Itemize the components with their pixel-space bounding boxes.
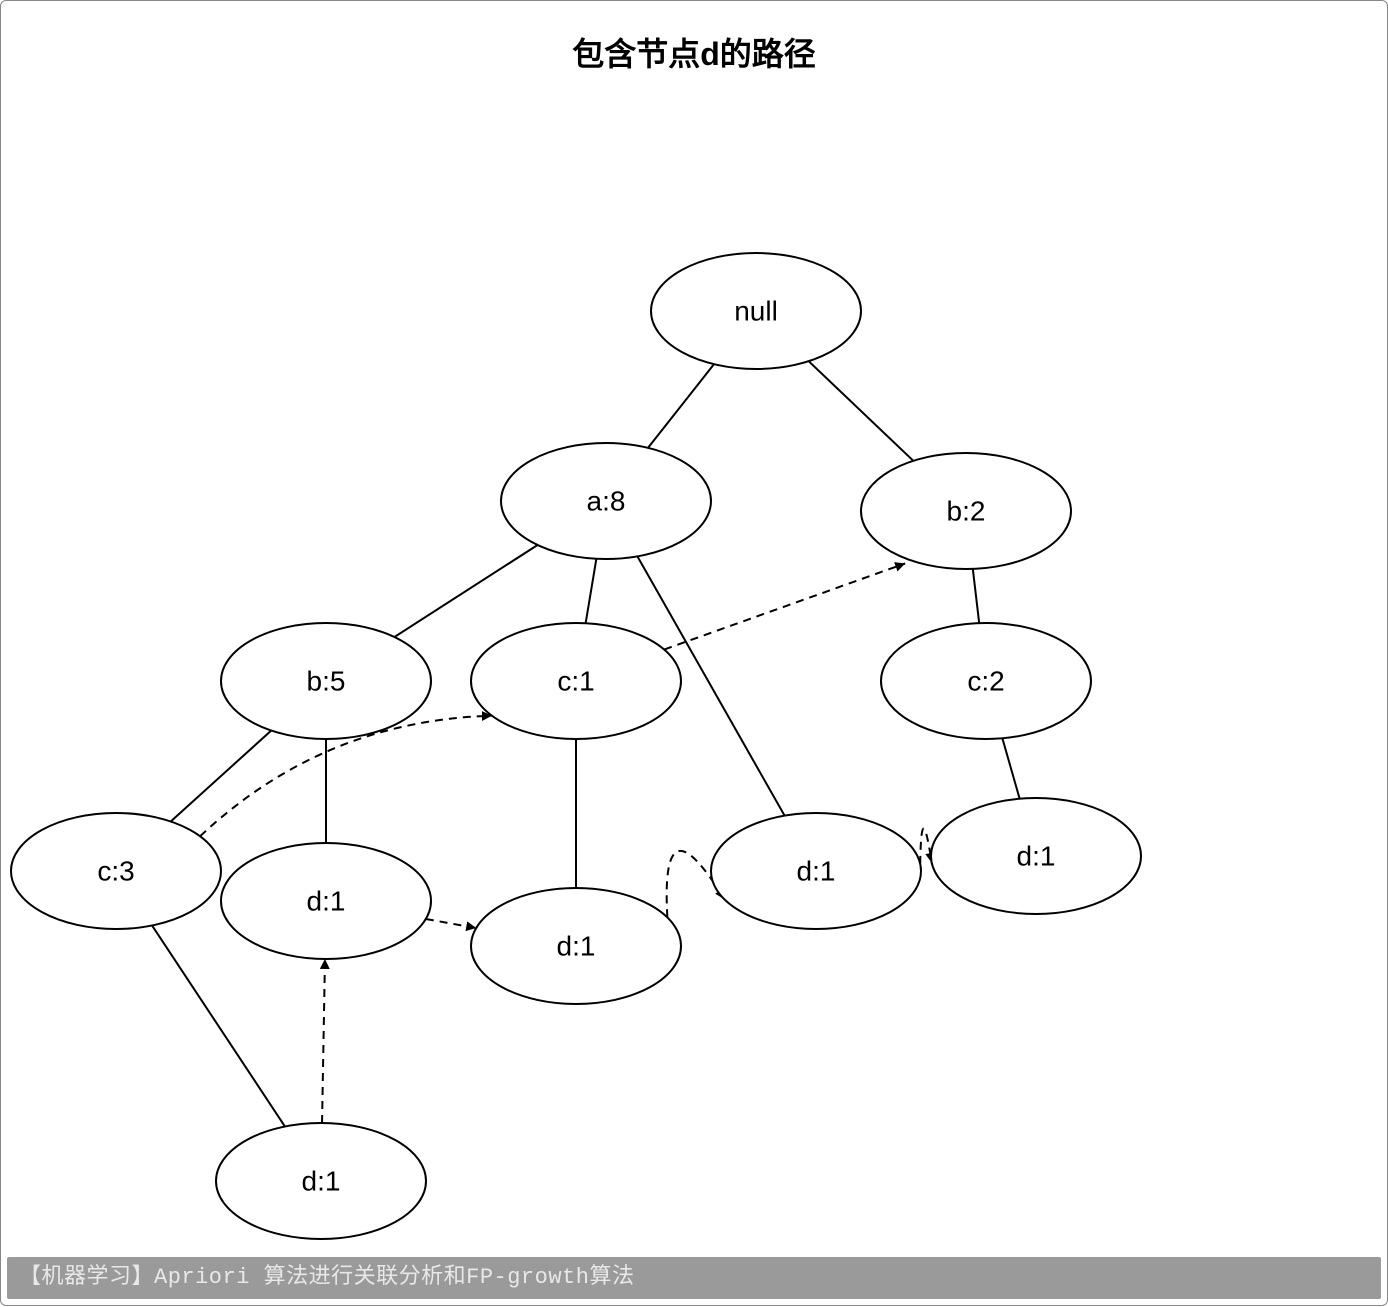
node-label: b:2 (947, 495, 986, 526)
node-label: c:2 (967, 665, 1004, 696)
node-label: d:1 (1017, 840, 1056, 871)
tree-edge (809, 361, 914, 461)
tree-node: d:1 (711, 813, 921, 929)
tree-edge (394, 545, 537, 637)
node-label: d:1 (302, 1165, 341, 1196)
node-label: c:1 (557, 665, 594, 696)
tree-node: d:1 (471, 888, 681, 1004)
link-edge (920, 829, 932, 864)
node-label: d:1 (797, 855, 836, 886)
node-label: d:1 (557, 930, 596, 961)
link-edge (426, 919, 476, 928)
tree-edge (152, 925, 285, 1126)
node-label: c:3 (97, 855, 134, 886)
tree-edge (1002, 738, 1019, 798)
tree-node: c:3 (11, 813, 221, 929)
tree-node: b:5 (221, 623, 431, 739)
caption-bar: 【机器学习】Apriori 算法进行关联分析和FP-growth算法 (7, 1257, 1381, 1299)
node-label: b:5 (307, 665, 346, 696)
tree-edge (171, 731, 272, 822)
tree-node: c:1 (471, 623, 681, 739)
diagram-page: 包含节点d的路径 nulla:8b:2b:5c:1c:2c:3d:1d:1d:1… (0, 0, 1388, 1306)
node-label: d:1 (307, 885, 346, 916)
tree-edge (586, 559, 597, 623)
link-edge (664, 563, 905, 649)
tree-node: c:2 (881, 623, 1091, 739)
fp-tree-svg: null a:8 b:2 b:5 c:1 c:2 c:3 d:1 d:1 d:1 d:1 d:1 (1, 1, 1388, 1307)
node-label: a:8 (587, 485, 626, 516)
link-edge (322, 959, 325, 1123)
tree-node: d:1 (931, 798, 1141, 914)
tree-edge (648, 364, 714, 448)
tree-edge (973, 569, 979, 623)
tree-node: d:1 (216, 1123, 426, 1239)
tree-node: null (651, 253, 861, 369)
tree-node: b:2 (861, 453, 1071, 569)
node-label: null (734, 295, 778, 326)
tree-node: d:1 (221, 843, 431, 959)
tree-node: a:8 (501, 443, 711, 559)
